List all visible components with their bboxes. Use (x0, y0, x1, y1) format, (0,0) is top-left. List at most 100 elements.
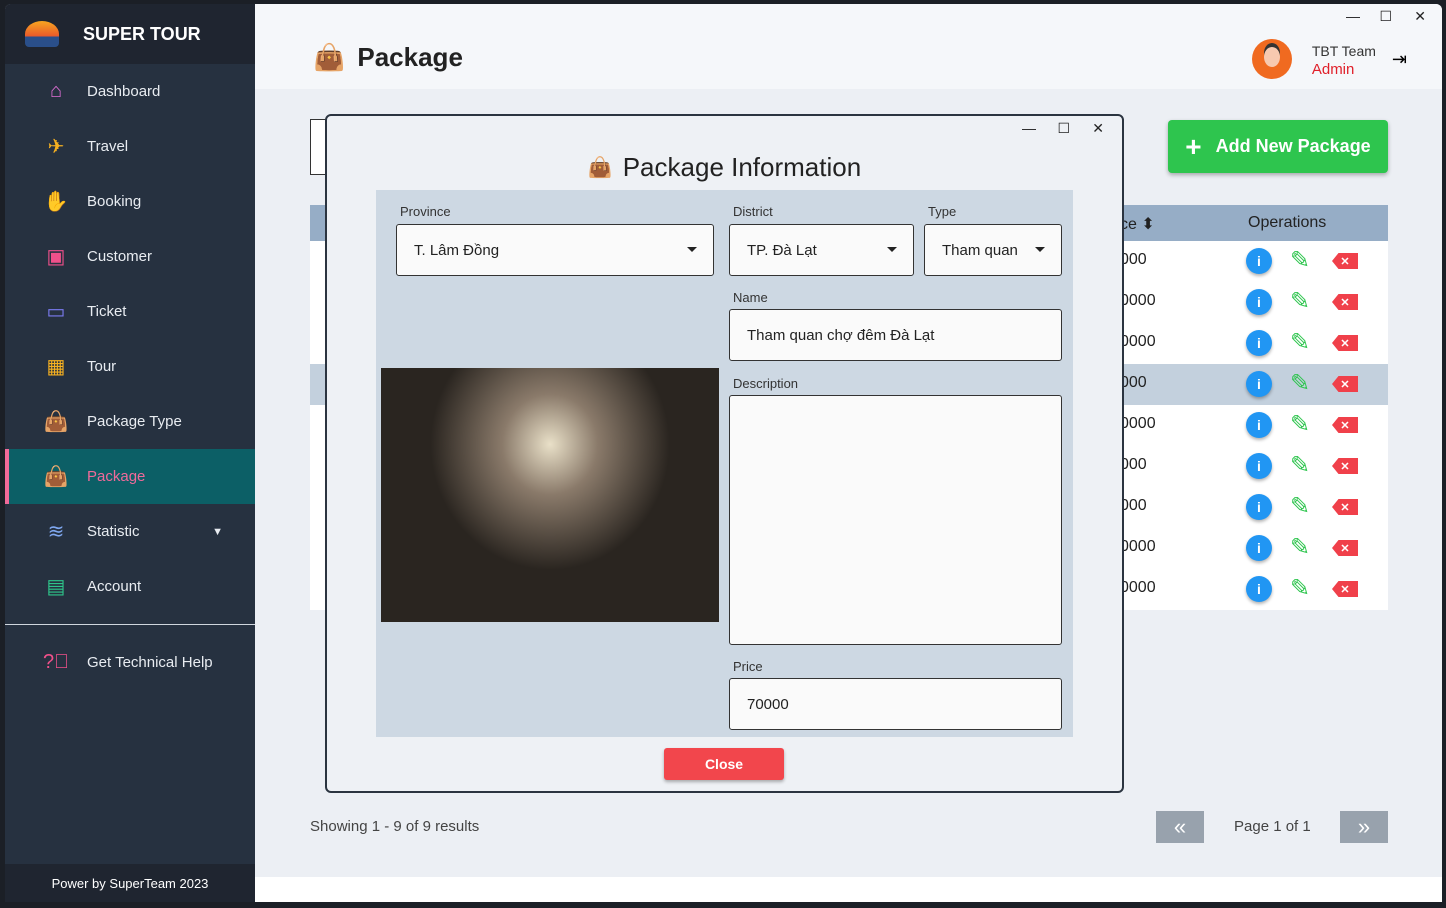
edit-button[interactable]: ✎ (1290, 369, 1310, 398)
name-label: Name (733, 290, 768, 305)
delete-button[interactable]: ✕ (1332, 540, 1358, 556)
package-image (381, 368, 719, 622)
info-button[interactable]: i (1246, 453, 1272, 479)
info-button[interactable]: i (1246, 330, 1272, 356)
add-package-button[interactable]: + Add New Package (1168, 120, 1388, 173)
delete-button[interactable]: ✕ (1332, 499, 1358, 515)
sidebar-item-label: Statistic (87, 523, 140, 540)
description-label: Description (733, 376, 799, 391)
sidebar: SUPER TOUR ⌂ Dashboard ✈ Travel ✋ Booking ▣ Cus… (5, 4, 255, 902)
next-page-button[interactable]: » (1340, 811, 1388, 843)
info-button[interactable]: i (1246, 576, 1272, 602)
price-cell: 0000 (1120, 415, 1156, 432)
price-field[interactable]: 70000 (729, 678, 1062, 730)
user-role: Admin (1311, 60, 1355, 78)
bag-icon: 👜 (43, 411, 69, 433)
calendar-plus-icon: ▦ (46, 356, 66, 378)
modal-close-icon[interactable]: ✕ (1092, 120, 1104, 137)
edit-button[interactable]: ✎ (1290, 533, 1310, 562)
maximize-button[interactable]: ☐ (1379, 8, 1392, 25)
name-field[interactable]: Tham quan chợ đêm Đà Lạt (729, 309, 1062, 361)
ticket-icon: ▭ (46, 301, 66, 323)
bag-icon: 👜 (43, 466, 69, 488)
sidebar-item-label: Account (87, 578, 142, 595)
avatar (1251, 39, 1292, 79)
edit-button[interactable]: ✎ (1290, 410, 1310, 439)
info-button[interactable]: i (1246, 412, 1272, 438)
prev-page-button[interactable]: « (1156, 811, 1204, 843)
sidebar-item-customer[interactable]: ▣ Customer (5, 229, 255, 284)
province-select[interactable]: T. Lâm Đồng (396, 224, 714, 276)
price-label: Price (733, 659, 763, 674)
plane-icon: ✈ (47, 136, 65, 158)
sidebar-item-booking[interactable]: ✋ Booking (5, 174, 255, 229)
edit-button[interactable]: ✎ (1290, 246, 1310, 275)
operations-header: Operations (1248, 214, 1327, 231)
type-label: Type (928, 204, 957, 219)
description-field[interactable] (729, 395, 1062, 645)
price-cell: 000 (1120, 374, 1147, 391)
info-button[interactable]: i (1246, 248, 1272, 274)
price-cell: 000 (1120, 497, 1147, 514)
sidebar-item-statistic[interactable]: ≋ Statistic ▼ (5, 504, 255, 559)
app-window: SUPER TOUR ⌂ Dashboard ✈ Travel ✋ Booking ▣ Cus… (5, 4, 1442, 902)
id-card-icon: ▤ (46, 576, 66, 598)
type-select[interactable]: Tham quan (924, 224, 1062, 276)
footer: Power by SuperTeam 2023 (5, 864, 255, 902)
sidebar-item-package-type[interactable]: 👜 Package Type (5, 394, 255, 449)
price-cell: 0000 (1120, 333, 1156, 350)
info-button[interactable]: i (1246, 289, 1272, 315)
info-button[interactable]: i (1246, 371, 1272, 397)
price-cell: 0000 (1120, 538, 1156, 555)
edit-button[interactable]: ✎ (1290, 574, 1310, 603)
sidebar-item-label: Get Technical Help (87, 654, 213, 671)
divider (5, 624, 255, 625)
edit-button[interactable]: ✎ (1290, 492, 1310, 521)
sidebar-item-account[interactable]: ▤ Account (5, 559, 255, 614)
delete-button[interactable]: ✕ (1332, 417, 1358, 433)
edit-button[interactable]: ✎ (1290, 287, 1310, 316)
sidebar-item-label: Ticket (87, 303, 127, 320)
edit-button[interactable]: ✎ (1290, 328, 1310, 357)
info-button[interactable]: i (1246, 535, 1272, 561)
close-window-button[interactable]: ✕ (1414, 8, 1426, 25)
district-select[interactable]: TP. Đà Lạt (729, 224, 914, 276)
user-name: TBT Team (1311, 42, 1376, 59)
price-cell: 0000 (1120, 292, 1156, 309)
chevron-down-icon[interactable]: ▼ (212, 526, 223, 538)
sidebar-item-ticket[interactable]: ▭ Ticket (5, 284, 255, 339)
minimize-button[interactable]: — (1346, 8, 1360, 24)
province-label: Province (400, 204, 451, 219)
info-button[interactable]: i (1246, 494, 1272, 520)
delete-button[interactable]: ✕ (1332, 335, 1358, 351)
sidebar-item-package[interactable]: 👜 Package (5, 449, 255, 504)
price-cell: 000 (1120, 456, 1147, 473)
modal-maximize-button[interactable]: ☐ (1057, 120, 1070, 137)
delete-button[interactable]: ✕ (1332, 294, 1358, 310)
delete-button[interactable]: ✕ (1332, 458, 1358, 474)
database-icon: ≋ (47, 521, 65, 543)
sidebar-item-label: Customer (87, 248, 153, 265)
question-icon: ?⃝ (42, 651, 70, 673)
delete-button[interactable]: ✕ (1332, 581, 1358, 597)
form-panel: Province T. Lâm Đồng District TP. Đà Lạt… (376, 190, 1073, 737)
sidebar-item-label: Tour (87, 358, 117, 375)
package-info-modal: — ☐ ✕ 👜 Package Information Province T. L… (325, 114, 1124, 793)
hand-icon: ✋ (43, 191, 69, 213)
home-icon: ⌂ (49, 80, 63, 102)
logout-icon[interactable]: ⇥ (1392, 49, 1407, 70)
plus-icon: + (1185, 130, 1202, 162)
header: 👜 Package — ☐ ✕ TBT Team Admin ⇥ (255, 4, 1442, 89)
sidebar-item-tour[interactable]: ▦ Tour (5, 339, 255, 394)
delete-button[interactable]: ✕ (1332, 253, 1358, 269)
sidebar-item-dashboard[interactable]: ⌂ Dashboard (5, 64, 255, 119)
price-header[interactable]: ce ⬍ (1120, 214, 1155, 234)
sidebar-item-help[interactable]: ?⃝ Get Technical Help (5, 635, 255, 690)
bag-icon: 👜 (313, 42, 346, 72)
edit-button[interactable]: ✎ (1290, 451, 1310, 480)
brand: SUPER TOUR (5, 4, 255, 64)
delete-button[interactable]: ✕ (1332, 376, 1358, 392)
modal-minimize-button[interactable]: — (1022, 120, 1036, 136)
sidebar-item-travel[interactable]: ✈ Travel (5, 119, 255, 174)
close-button[interactable]: Close (664, 748, 784, 780)
